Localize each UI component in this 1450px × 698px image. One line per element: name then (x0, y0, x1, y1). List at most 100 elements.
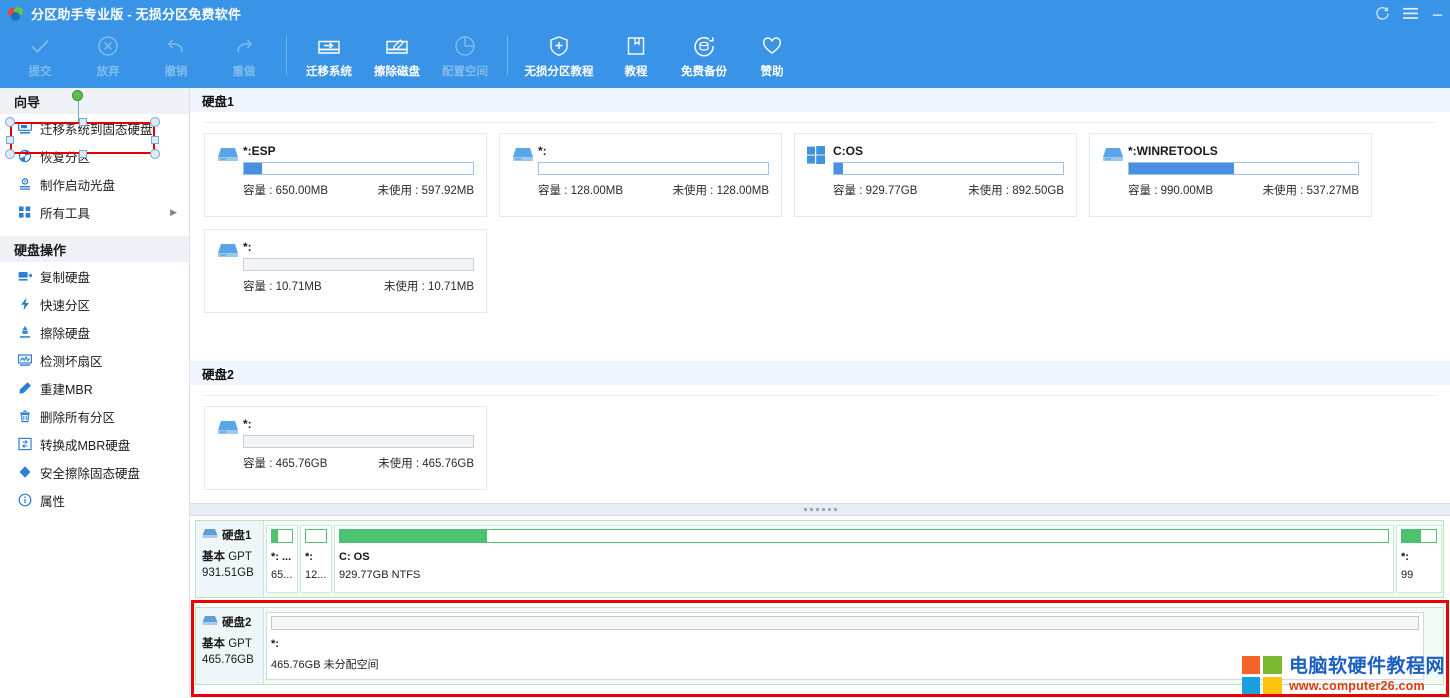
sidebar-item-convert-mbr[interactable]: 转换成MBR硬盘 (0, 430, 189, 458)
refresh-icon[interactable] (1375, 6, 1390, 21)
disk-map-row-1[interactable]: 硬盘1 基本 GPT 931.51GB *: ... 65... *: 12..… (195, 520, 1444, 598)
toolbar-label: 教程 (624, 66, 648, 78)
minimize-icon[interactable] (1431, 7, 1444, 20)
sidebar-item-wipe-disk[interactable]: 擦除硬盘 (0, 318, 189, 346)
boot-disc-icon (18, 177, 38, 191)
toolbar-button-wipe-disk[interactable]: 擦除磁盘 (363, 27, 431, 85)
sidebar-item-label: 制作启动光盘 (40, 178, 116, 193)
disk-map-partition[interactable]: *: 99 (1396, 525, 1442, 593)
partition-info: 99 (1401, 569, 1414, 581)
sidebar-section-wizard-title: 向导 (0, 88, 189, 114)
app-logo-icon (8, 6, 24, 22)
toolbar-label: 赞助 (760, 66, 784, 78)
partition-label: C: OS (339, 551, 370, 563)
toolbar-button-alloc-space[interactable]: 配置空间 (431, 27, 499, 85)
toolbar-button-redo[interactable]: 重做 (210, 27, 278, 85)
partition-unused: 未使用 : 465.76GB (378, 458, 474, 470)
partition-capacity: 容量 : 465.76GB (243, 458, 328, 470)
sidebar-item-copy-disk[interactable]: 复制硬盘 (0, 262, 189, 290)
backup-icon (692, 32, 716, 60)
toolbar-button-lossless-guide[interactable]: 无损分区教程 (516, 27, 602, 85)
partition-capacity: 容量 : 990.00MB (1128, 185, 1214, 197)
sidebar-item-label: 检测坏扇区 (40, 354, 103, 369)
sidebar-item-delete-partitions[interactable]: 删除所有分区 (0, 402, 189, 430)
hdd-icon (217, 417, 243, 440)
disk-map-scheme: GPT (228, 638, 252, 650)
toolbar-separator-2 (507, 35, 508, 75)
partition-card[interactable]: C:OS 容量 : 929.77GB 未使用 : 892.50GB (794, 133, 1077, 217)
partition-name: *: (538, 144, 547, 158)
hdd-small-icon (202, 528, 218, 543)
partition-capacity: 容量 : 650.00MB (243, 185, 329, 197)
convert-mbr-icon (18, 437, 38, 451)
toolbar-button-free-backup[interactable]: 免费备份 (670, 27, 738, 85)
sidebar-item-quick-partition[interactable]: 快速分区 (0, 290, 189, 318)
disk-map-size: 465.76GB (202, 654, 254, 666)
partition-usage-bar (271, 529, 293, 543)
partition-card[interactable]: *: 容量 : 128.00MB 未使用 : 128.00MB (499, 133, 782, 217)
sidebar-item-label: 复制硬盘 (40, 270, 91, 285)
sidebar-item-properties[interactable]: 属性 (0, 486, 189, 514)
splitter-grip-icon (803, 508, 837, 511)
wipe-disk-icon (18, 325, 38, 339)
partition-card[interactable]: *:WINRETOOLS 容量 : 990.00MB 未使用 : 537.27M… (1089, 133, 1372, 217)
all-tools-icon (18, 205, 38, 219)
partition-card-row-1: *:ESP 容量 : 650.00MB 未使用 : 597.92MB *: 容量… (190, 123, 1450, 313)
toolbar-label: 撤销 (164, 66, 188, 78)
disk-map-type: 基本 (202, 638, 225, 650)
sidebar-item-label: 快速分区 (40, 298, 91, 313)
disk-map-partition[interactable]: *: ... 65... (266, 525, 298, 593)
disk-map-name: 硬盘1 (222, 530, 252, 542)
usage-bar (538, 162, 769, 175)
sidebar-item-rebuild-mbr[interactable]: 重建MBR (0, 374, 189, 402)
watermark-url: www.computer26.com (1288, 678, 1425, 693)
pane-splitter[interactable] (190, 503, 1450, 516)
toolbar-button-donate[interactable]: 赞助 (738, 27, 806, 85)
sidebar-item-label: 重建MBR (40, 382, 93, 397)
selection-rotate-handle[interactable] (72, 90, 83, 101)
sidebar: 向导 迁移系统到固态硬盘 恢复分区 制作启动光盘 所有工具 ▶ 硬盘操作 复制硬… (0, 88, 190, 698)
sidebar-item-recover-partition[interactable]: 恢复分区 (0, 142, 189, 170)
sidebar-item-label: 迁移系统到固态硬盘 (40, 122, 153, 137)
partition-name: *: (243, 240, 252, 254)
sidebar-item-bad-sector[interactable]: 检测坏扇区 (0, 346, 189, 374)
sidebar-item-boot-disc[interactable]: 制作启动光盘 (0, 170, 189, 198)
redo-icon (232, 32, 256, 60)
app-window: 分区助手专业版 - 无损分区免费软件 提交 放弃 撤销 重做 迁移系统 擦除磁盘… (0, 0, 1450, 698)
partition-card[interactable]: *: 容量 : 10.71MB 未使用 : 10.71MB (204, 229, 487, 313)
toolbar-button-commit[interactable]: 提交 (6, 27, 74, 85)
partition-card[interactable]: *:ESP 容量 : 650.00MB 未使用 : 597.92MB (204, 133, 487, 217)
hdd-icon (1102, 144, 1128, 167)
partition-name: C:OS (833, 144, 863, 158)
toolbar-label: 迁移系统 (306, 66, 352, 78)
toolbar-button-undo[interactable]: 撤销 (142, 27, 210, 85)
disk-group-title-2: 硬盘2 (190, 361, 1450, 385)
toolbar-button-migrate-os[interactable]: 迁移系统 (295, 27, 363, 85)
partition-info: 12... (305, 569, 327, 581)
usage-bar (243, 258, 474, 271)
disk-map-partition[interactable]: *: 12... (300, 525, 332, 593)
sidebar-item-secure-erase[interactable]: 安全擦除固态硬盘 (0, 458, 189, 486)
partition-card-row-2: *: 容量 : 465.76GB 未使用 : 465.76GB (190, 396, 1450, 490)
toolbar-label: 配置空间 (442, 66, 488, 78)
partition-card[interactable]: *: 容量 : 465.76GB 未使用 : 465.76GB (204, 406, 487, 490)
usage-bar (243, 435, 474, 448)
sidebar-item-migrate-ssd[interactable]: 迁移系统到固态硬盘 (0, 114, 189, 142)
partition-info: 65... (271, 569, 293, 581)
hdd-small-icon (202, 615, 218, 630)
partition-usage-bar (1401, 529, 1437, 543)
usage-bar (833, 162, 1064, 175)
partition-unused: 未使用 : 10.71MB (383, 281, 474, 293)
chevron-right-icon: ▶ (170, 206, 177, 217)
cancel-circle-icon (96, 32, 120, 60)
toolbar-button-tutorial[interactable]: 教程 (602, 27, 670, 85)
properties-icon (18, 493, 38, 507)
sidebar-item-all-tools[interactable]: 所有工具 ▶ (0, 198, 189, 226)
sidebar-item-label: 删除所有分区 (40, 410, 116, 425)
menu-icon[interactable] (1403, 7, 1418, 20)
toolbar-button-discard[interactable]: 放弃 (74, 27, 142, 85)
sidebar-item-label: 转换成MBR硬盘 (40, 438, 131, 453)
disk-map-info-1: 硬盘1 基本 GPT 931.51GB (196, 521, 264, 597)
sidebar-item-label: 属性 (40, 494, 66, 509)
disk-map-partition[interactable]: C: OS 929.77GB NTFS (334, 525, 1394, 593)
